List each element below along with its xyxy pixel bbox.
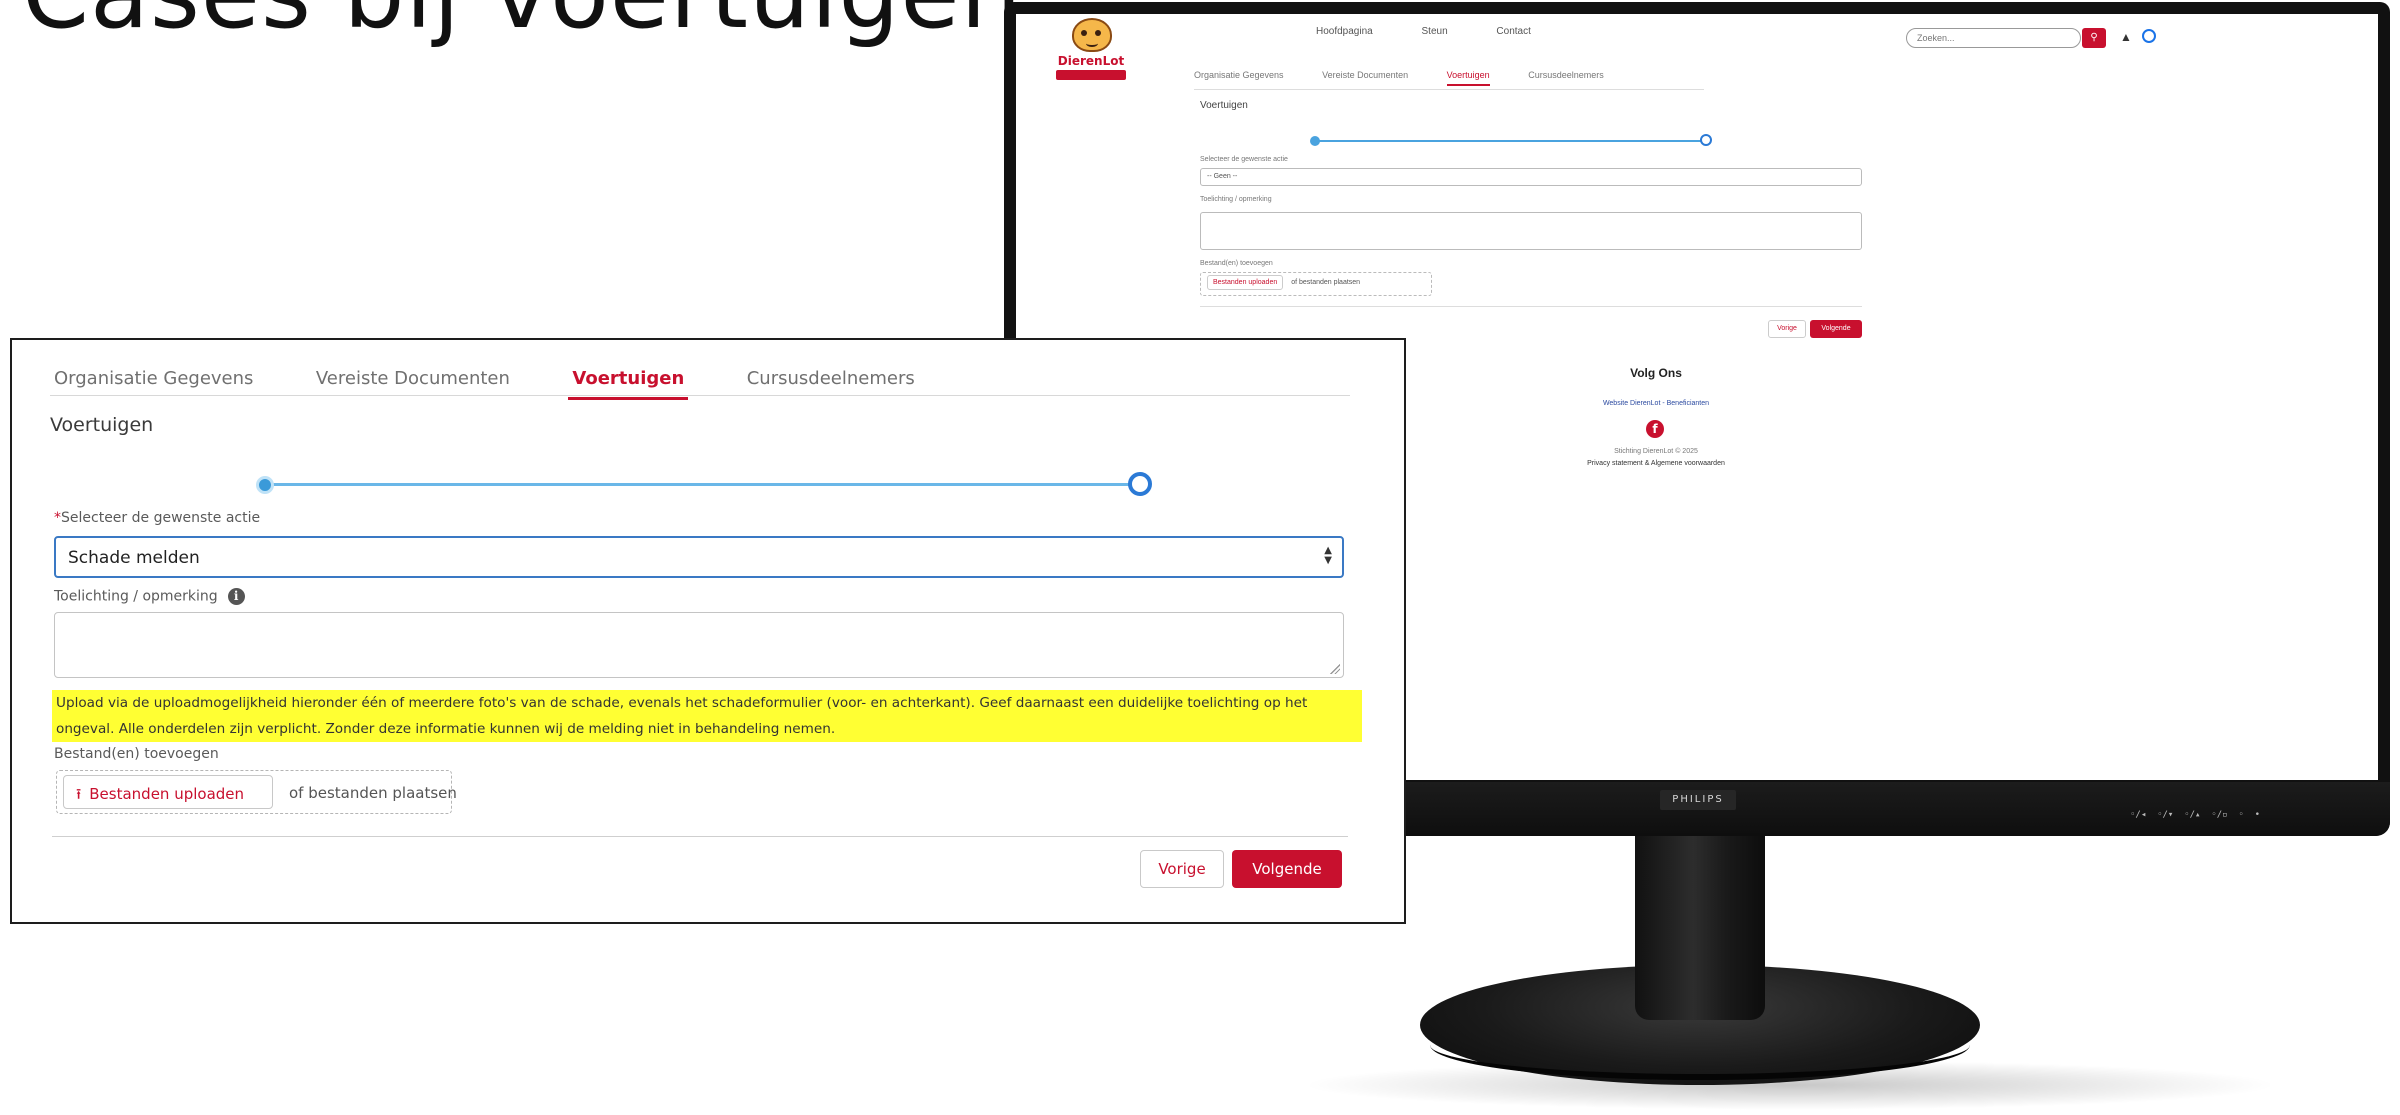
monitor-stand-neck	[1635, 820, 1765, 1020]
screen-tab-vehicles[interactable]: Voertuigen	[1446, 70, 1490, 86]
tab-documents[interactable]: Vereiste Documenten	[312, 350, 514, 399]
logo-text: DierenLot	[1057, 54, 1125, 68]
screen-next-button[interactable]: Volgende	[1810, 320, 1862, 338]
nav-item-home[interactable]: Hoofdpagina	[1316, 26, 1373, 37]
nav-item-support[interactable]: Steun	[1422, 26, 1448, 37]
search-icon[interactable]: ⚲	[2082, 28, 2106, 48]
screen-divider	[1200, 306, 1862, 307]
screen-progress-track	[1318, 140, 1704, 142]
logo-tag	[1056, 70, 1126, 80]
files-label: Bestand(en) toevoegen	[54, 746, 219, 762]
progress-track	[270, 483, 1140, 486]
screen-files-label: Bestand(en) toevoegen	[1200, 260, 1273, 267]
footer-privacy[interactable]: Privacy statement & Algemene voorwaarden	[1456, 460, 1856, 467]
next-button[interactable]: Volgende	[1232, 850, 1342, 888]
monitor-buttons: ◦/◂ ◦/▾ ◦/▴ ◦/▫ ◦ •	[2130, 810, 2261, 820]
progress-step-2	[1128, 472, 1152, 496]
top-nav: Hoofdpagina Steun Contact	[1316, 26, 1577, 37]
section-title: Voertuigen	[50, 414, 154, 436]
screen-tabs: Organisatie Gegevens Vereiste Documenten…	[1194, 70, 1704, 90]
slide: Cases bij voertuigen PHILIPS ◦/◂ ◦/▾ ◦/▴…	[0, 0, 2400, 1115]
remark-label-text: Toelichting / opmerking	[54, 588, 218, 605]
screen-action-select[interactable]: -- Geen --	[1200, 168, 1862, 186]
tab-bar: Organisatie Gegevens Vereiste Documenten…	[50, 350, 1350, 400]
nav-item-contact[interactable]: Contact	[1496, 26, 1530, 37]
progress-step-1	[256, 476, 274, 494]
zoomed-form-panel: Organisatie Gegevens Vereiste Documenten…	[10, 338, 1406, 924]
screen-step-1	[1310, 136, 1320, 146]
screen-remark-label: Toelichting / opmerking	[1200, 196, 1272, 203]
screen-section-title: Voertuigen	[1200, 100, 1248, 111]
mascot-icon	[1072, 18, 1112, 52]
site-search-input[interactable]: Zoeken...	[1906, 28, 2081, 48]
screen-upload-button[interactable]: Bestanden uploaden	[1207, 275, 1284, 290]
select-arrows-icon: ▲ ▼	[1324, 545, 1332, 566]
monitor-stand-rim	[1430, 1010, 1970, 1080]
screen-step-2	[1700, 134, 1712, 146]
footer-links[interactable]: Website DierenLot - Beneficianten	[1456, 400, 1856, 407]
action-select-value: Schade melden	[68, 548, 200, 568]
divider	[52, 836, 1348, 837]
upload-button-label: Bestanden uploaden	[89, 785, 245, 803]
info-icon[interactable]: i	[227, 588, 245, 605]
screen-prev-button[interactable]: Vorige	[1768, 320, 1806, 338]
site-logo[interactable]: DierenLot	[1052, 18, 1130, 88]
user-icon[interactable]	[2142, 29, 2156, 43]
screen-tab-organisation[interactable]: Organisatie Gegevens	[1194, 70, 1284, 80]
select-label: *Selecteer de gewenste actie	[54, 510, 260, 526]
tab-participants[interactable]: Cursusdeelnemers	[743, 350, 919, 399]
remark-label: Toelichting / opmerking i	[54, 588, 245, 605]
tab-organisation[interactable]: Organisatie Gegevens	[50, 350, 257, 399]
footer-title: Volg Ons	[1630, 366, 1682, 380]
screen-upload-zone[interactable]: Bestanden uploaden of bestanden plaatsen	[1200, 272, 1432, 296]
screen-remark-textarea[interactable]	[1200, 212, 1862, 250]
monitor-brand: PHILIPS	[1660, 790, 1736, 810]
screen-select-label: Selecteer de gewenste actie	[1200, 156, 1288, 163]
upload-drop-zone[interactable]: ⭱ Bestanden uploaden of bestanden plaatse…	[56, 770, 457, 814]
upload-instruction: Upload via de uploadmogelijkheid hierond…	[52, 690, 1362, 742]
slide-title: Cases bij voertuigen	[22, 0, 1022, 50]
action-select[interactable]: Schade melden ▲ ▼	[54, 536, 1344, 578]
tab-vehicles[interactable]: Voertuigen	[568, 350, 689, 400]
upload-icon: ⭱	[76, 785, 82, 803]
drop-text: of bestanden plaatsen	[289, 784, 457, 802]
required-mark: *	[54, 510, 61, 526]
remark-textarea[interactable]	[54, 612, 1344, 678]
bell-icon[interactable]: ▲	[2120, 30, 2132, 44]
screen-tab-documents[interactable]: Vereiste Documenten	[1322, 70, 1408, 80]
screen-drop-text: of bestanden plaatsen	[1291, 279, 1361, 286]
select-label-text: Selecteer de gewenste actie	[61, 510, 261, 526]
resize-grip-icon[interactable]	[1330, 664, 1340, 674]
footer-copyright: Stichting DierenLot © 2025	[1614, 448, 1698, 455]
facebook-icon[interactable]: f	[1646, 420, 1664, 438]
screen-tab-participants[interactable]: Cursusdeelnemers	[1528, 70, 1604, 80]
upload-button[interactable]: ⭱ Bestanden uploaden	[63, 775, 273, 809]
prev-button[interactable]: Vorige	[1140, 850, 1224, 888]
